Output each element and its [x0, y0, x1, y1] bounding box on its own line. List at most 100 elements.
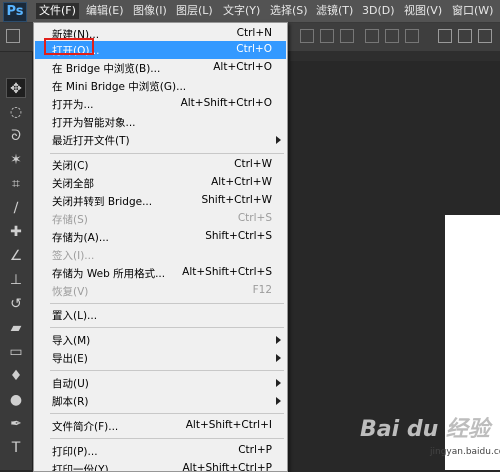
align-top-icon[interactable]	[438, 29, 452, 43]
distribute-hcenter-icon[interactable]	[385, 29, 399, 43]
photoshop-logo: Ps	[3, 2, 27, 22]
menu-bar: Ps 文件(F) 编辑(E) 图像(I) 图层(L) 文字(Y) 选择(S) 滤…	[0, 0, 500, 23]
eyedropper-tool-icon[interactable]: ∕	[6, 198, 26, 218]
menu-item-shortcut: Alt+Shift+Ctrl+I	[185, 419, 272, 431]
menu-item-label: 打印一份(Y)	[52, 464, 109, 472]
gradient-tool-icon[interactable]: ▭	[6, 342, 26, 362]
menu-item-label: 自动(U)	[52, 378, 89, 390]
tools-panel: ✥ ◌ ᘐ ✶ ⌗ ∕ ✚ ∠ ⊥ ↺ ▰ ▭ ♦ ● ✒ T	[0, 52, 33, 470]
move-tool-option-icon[interactable]	[6, 29, 20, 43]
menu-item-label: 存储为 Web 所用格式...	[52, 268, 166, 280]
menu-item-label: 导出(E)	[52, 353, 88, 365]
menu-item-open-as-smart-object[interactable]: 打开为智能对象...	[35, 113, 286, 131]
menu-item-label: 签入(I)...	[52, 250, 95, 262]
menu-type[interactable]: 文字(Y)	[223, 3, 260, 19]
menu-item-open[interactable]: 打开(O)... Ctrl+O	[35, 41, 286, 59]
menu-item-save: 存储(S) Ctrl+S	[35, 210, 286, 228]
document-tab-strip	[290, 51, 500, 61]
menu-file[interactable]: 文件(F)	[36, 3, 79, 19]
menu-item-revert: 恢复(V) F12	[35, 282, 286, 300]
menu-item-label: 存储为(A)...	[52, 232, 109, 244]
watermark-url: jingyan.baidu.com	[430, 447, 500, 457]
menu-item-file-info[interactable]: 文件简介(F)... Alt+Shift+Ctrl+I	[35, 417, 286, 435]
menu-image[interactable]: 图像(I)	[133, 3, 167, 19]
distribute-right-icon[interactable]	[405, 29, 419, 43]
distribute-bottom-icon[interactable]	[340, 29, 354, 43]
menu-separator	[50, 438, 284, 439]
eraser-tool-icon[interactable]: ▰	[6, 318, 26, 338]
menu-item-label: 打开(O)...	[52, 45, 100, 57]
menu-item-place[interactable]: 置入(L)...	[35, 306, 286, 324]
menu-item-open-as[interactable]: 打开为... Alt+Shift+Ctrl+O	[35, 95, 286, 113]
menu-layer[interactable]: 图层(L)	[176, 3, 213, 19]
distribute-icon[interactable]	[300, 29, 314, 43]
menu-item-label: 在 Mini Bridge 中浏览(G)...	[52, 81, 187, 93]
menu-item-close-and-go-to-bridge[interactable]: 关闭并转到 Bridge... Shift+Ctrl+W	[35, 192, 286, 210]
menu-window[interactable]: 窗口(W)	[452, 3, 493, 19]
menu-item-label: 在 Bridge 中浏览(B)...	[52, 63, 161, 75]
menu-item-shortcut: Alt+Shift+Ctrl+O	[180, 97, 272, 109]
marquee-tool-icon[interactable]: ◌	[6, 102, 26, 122]
lasso-tool-icon[interactable]: ᘐ	[6, 126, 26, 146]
clone-stamp-tool-icon[interactable]: ⊥	[6, 270, 26, 290]
menu-item-close[interactable]: 关闭(C) Ctrl+W	[35, 156, 286, 174]
menu-item-label: 关闭(C)	[52, 160, 89, 172]
menu-item-save-for-web[interactable]: 存储为 Web 所用格式... Alt+Shift+Ctrl+S	[35, 264, 286, 282]
menu-item-save-as[interactable]: 存储为(A)... Shift+Ctrl+S	[35, 228, 286, 246]
baidu-watermark: Bai du 经验	[360, 417, 490, 442]
menu-item-shortcut: Alt+Shift+Ctrl+S	[182, 266, 272, 278]
menu-item-label: 打印(P)...	[52, 446, 98, 458]
menu-item-label: 存储(S)	[52, 214, 88, 226]
align-bottom-icon[interactable]	[478, 29, 492, 43]
submenu-arrow-icon	[276, 397, 281, 405]
healing-brush-tool-icon[interactable]: ✚	[6, 222, 26, 242]
menu-item-shortcut: Shift+Ctrl+W	[201, 194, 272, 206]
submenu-arrow-icon	[276, 136, 281, 144]
magic-wand-tool-icon[interactable]: ✶	[6, 150, 26, 170]
crop-tool-icon[interactable]: ⌗	[6, 174, 26, 194]
menu-view[interactable]: 视图(V)	[404, 3, 442, 19]
menu-item-label: 打开为智能对象...	[52, 117, 136, 129]
submenu-arrow-icon	[276, 336, 281, 344]
menu-item-shortcut: Ctrl+W	[234, 158, 272, 170]
menu-separator	[50, 413, 284, 414]
menu-item-label: 新建(N)...	[52, 29, 100, 41]
dodge-tool-icon[interactable]: ●	[6, 390, 26, 410]
menu-item-shortcut: Ctrl+S	[237, 212, 272, 224]
menu-item-close-all[interactable]: 关闭全部 Alt+Ctrl+W	[35, 174, 286, 192]
menu-item-recent-files[interactable]: 最近打开文件(T)	[35, 131, 286, 149]
menu-item-label: 最近打开文件(T)	[52, 135, 130, 147]
distribute-center-icon[interactable]	[320, 29, 334, 43]
move-tool-icon[interactable]: ✥	[6, 78, 26, 98]
menu-item-check-in: 签入(I)...	[35, 246, 286, 264]
align-middle-icon[interactable]	[458, 29, 472, 43]
menu-item-browse-mini-bridge[interactable]: 在 Mini Bridge 中浏览(G)...	[35, 77, 286, 95]
menu-item-export[interactable]: 导出(E)	[35, 349, 286, 367]
menu-item-print-one-copy[interactable]: 打印一份(Y) Alt+Shift+Ctrl+P	[35, 460, 286, 472]
menu-item-label: 恢复(V)	[52, 286, 89, 298]
submenu-arrow-icon	[276, 379, 281, 387]
submenu-arrow-icon	[276, 354, 281, 362]
menu-item-label: 文件简介(F)...	[52, 421, 119, 433]
type-tool-icon[interactable]: T	[6, 438, 26, 458]
menu-item-scripts[interactable]: 脚本(R)	[35, 392, 286, 410]
menu-select[interactable]: 选择(S)	[270, 3, 308, 19]
menu-item-label: 关闭并转到 Bridge...	[52, 196, 153, 208]
menu-3d[interactable]: 3D(D)	[362, 3, 395, 19]
brush-tool-icon[interactable]: ∠	[6, 246, 26, 266]
distribute-left-icon[interactable]	[365, 29, 379, 43]
menu-item-shortcut: Ctrl+P	[238, 444, 272, 456]
menu-item-automate[interactable]: 自动(U)	[35, 374, 286, 392]
menu-item-print[interactable]: 打印(P)... Ctrl+P	[35, 442, 286, 460]
menu-filter[interactable]: 滤镜(T)	[316, 3, 353, 19]
blur-tool-icon[interactable]: ♦	[6, 366, 26, 386]
menu-edit[interactable]: 编辑(E)	[86, 3, 124, 19]
file-menu-dropdown: 新建(N)... Ctrl+N 打开(O)... Ctrl+O 在 Bridge…	[33, 22, 288, 472]
menu-item-browse-bridge[interactable]: 在 Bridge 中浏览(B)... Alt+Ctrl+O	[35, 59, 286, 77]
menu-item-shortcut: Alt+Shift+Ctrl+P	[182, 462, 273, 472]
history-brush-tool-icon[interactable]: ↺	[6, 294, 26, 314]
pen-tool-icon[interactable]: ✒	[6, 414, 26, 434]
menu-item-label: 脚本(R)	[52, 396, 89, 408]
menu-separator	[50, 327, 284, 328]
menu-item-import[interactable]: 导入(M)	[35, 331, 286, 349]
